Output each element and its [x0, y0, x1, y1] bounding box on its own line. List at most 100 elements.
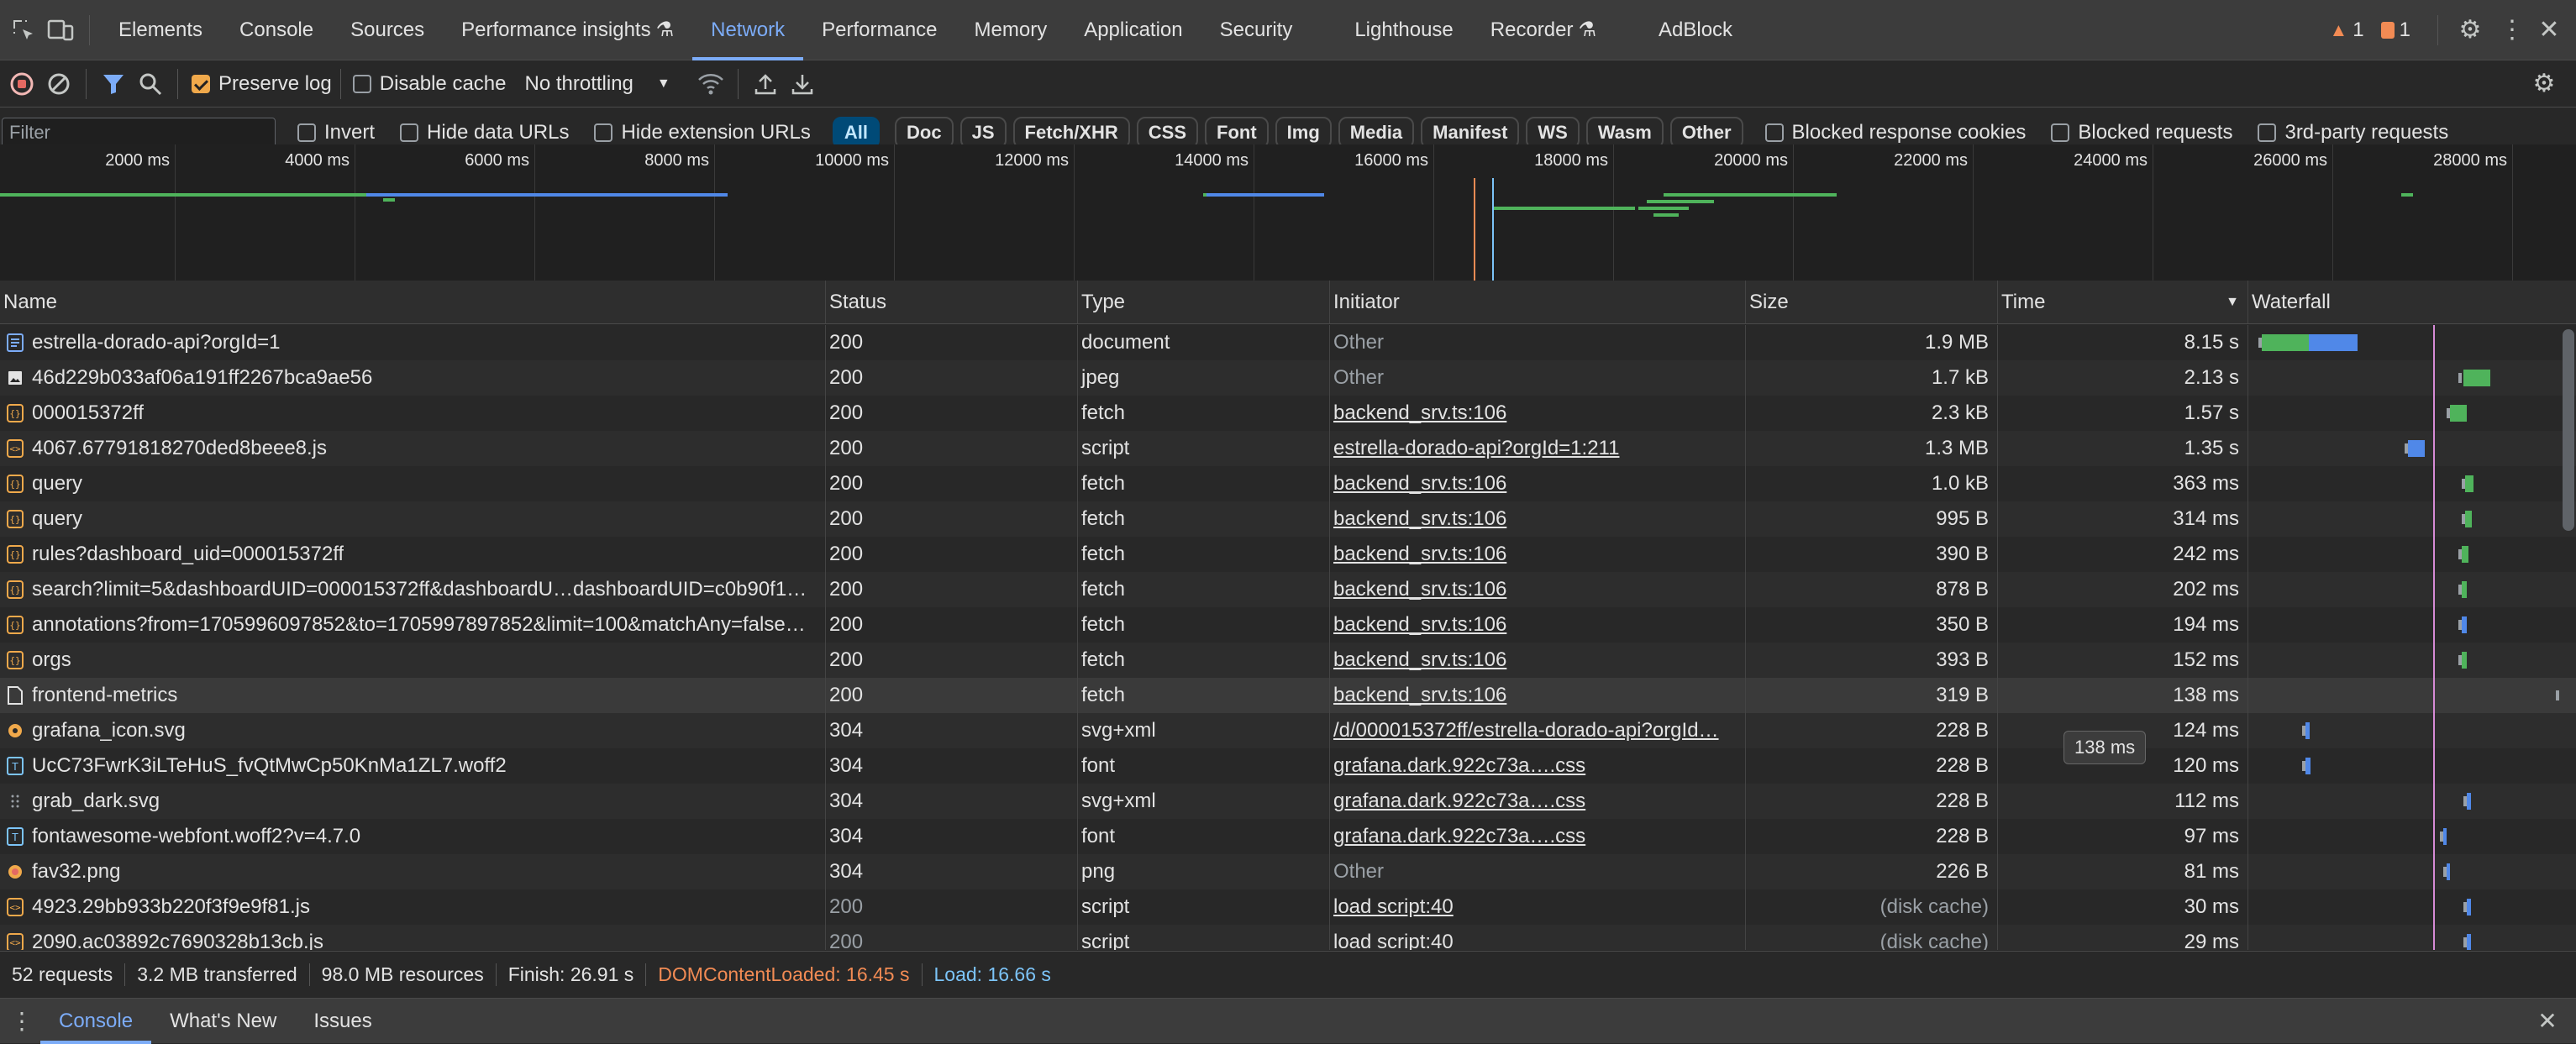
request-row[interactable]: fav32.png 304 png Other 226 B 81 ms [0, 854, 2576, 889]
tab-application[interactable]: Application [1065, 0, 1201, 60]
initiator-link[interactable]: load script:40 [1333, 895, 1454, 919]
search-icon[interactable] [132, 66, 169, 102]
close-drawer-icon[interactable]: ✕ [2529, 1003, 2566, 1040]
request-row[interactable]: {} query 200 fetch backend_srv.ts:106 995 B 31… [0, 501, 2576, 537]
initiator-link[interactable]: backend_srv.ts:106 [1333, 684, 1506, 707]
settings-gear-icon[interactable]: ⚙ [2452, 12, 2489, 49]
request-initiator-cell[interactable]: backend_srv.ts:106 [1330, 643, 1746, 678]
request-row[interactable]: <> 4923.29bb933b220f3f9e9f81.js 200 script l… [0, 889, 2576, 925]
close-devtools-icon[interactable]: ✕ [2531, 12, 2568, 49]
column-header-initiator[interactable]: Initiator [1330, 281, 1746, 323]
third-party-requests-checkbox[interactable]: 3rd-party requests [2258, 121, 2448, 144]
warnings-badge[interactable]: ▲ 1 [2330, 18, 2364, 42]
tab-adblock[interactable]: AdBlock [1640, 0, 1751, 60]
request-initiator-cell[interactable]: backend_srv.ts:106 [1330, 396, 1746, 431]
request-initiator-cell[interactable]: backend_srv.ts:106 [1330, 572, 1746, 607]
filter-type-fetch-xhr[interactable]: Fetch/XHR [1012, 116, 1130, 149]
initiator-link[interactable]: grafana.dark.922c73a….css [1333, 754, 1585, 778]
tab-performance-insights[interactable]: Performance insights ⚗ [443, 0, 692, 60]
request-row[interactable]: {} search?limit=5&dashboardUID=000015372f… [0, 572, 2576, 607]
initiator-link[interactable]: backend_srv.ts:106 [1333, 543, 1506, 566]
tab-lighthouse[interactable]: Lighthouse [1336, 0, 1471, 60]
request-name-cell[interactable]: 46d229b033af06a191ff2267bca9ae56 [0, 360, 826, 396]
hide-extension-urls-checkbox[interactable]: Hide extension URLs [594, 121, 811, 144]
request-row[interactable]: Tfontawesome-webfont.woff2?v=4.7.0 304 fon… [0, 819, 2576, 854]
filter-type-wasm[interactable]: Wasm [1585, 116, 1664, 149]
tab-security[interactable]: Security [1201, 0, 1312, 60]
filter-type-font[interactable]: Font [1205, 116, 1269, 149]
request-initiator-cell[interactable]: grafana.dark.922c73a….css [1330, 784, 1746, 819]
column-header-time[interactable]: Time ▼ [1998, 281, 2248, 323]
inspect-element-icon[interactable] [5, 12, 42, 49]
filter-type-css[interactable]: CSS [1136, 116, 1199, 149]
drawer-menu-icon[interactable]: ⋮ [3, 1003, 40, 1040]
initiator-link[interactable]: grafana.dark.922c73a….css [1333, 790, 1585, 813]
hide-data-urls-checkbox[interactable]: Hide data URLs [400, 121, 569, 144]
disable-cache-checkbox[interactable]: Disable cache [352, 72, 506, 96]
request-initiator-cell[interactable]: load script:40 [1330, 889, 1746, 925]
request-name-cell[interactable]: grafana_icon.svg [0, 713, 826, 748]
request-name-cell[interactable]: fav32.png [0, 854, 826, 889]
request-initiator-cell[interactable]: /d/000015372ff/estrella-dorado-api?orgId… [1330, 713, 1746, 748]
request-name-cell[interactable]: <> 4923.29bb933b220f3f9e9f81.js [0, 889, 826, 925]
request-name-cell[interactable]: {} search?limit=5&dashboardUID=000015372f… [0, 572, 826, 607]
initiator-link[interactable]: backend_srv.ts:106 [1333, 648, 1506, 672]
more-options-icon[interactable]: ⋮ [2494, 12, 2531, 49]
request-row[interactable]: 46d229b033af06a191ff2267bca9ae56 200 jpeg O… [0, 360, 2576, 396]
request-name-cell[interactable]: <> 4067.67791818270ded8beee8.js [0, 431, 826, 466]
third-party-requests-check[interactable] [2258, 123, 2277, 142]
network-conditions-wifi-icon[interactable] [692, 66, 729, 102]
initiator-link[interactable]: estrella-dorado-api?orgId=1:211 [1333, 437, 1619, 460]
request-row[interactable]: {} annotations?from=1705996097852&to=1705… [0, 607, 2576, 643]
request-name-cell[interactable]: frontend-metrics [0, 678, 826, 713]
initiator-link[interactable]: backend_srv.ts:106 [1333, 613, 1506, 637]
filter-type-doc[interactable]: Doc [895, 116, 954, 149]
disable-cache-check[interactable] [352, 74, 371, 93]
filter-funnel-icon[interactable] [95, 66, 132, 102]
request-row[interactable]: {} 000015372ff 200 fetch backend_srv.ts:106 2… [0, 396, 2576, 431]
initiator-link[interactable]: backend_srv.ts:106 [1333, 507, 1506, 531]
blocked-response-cookies-check[interactable] [1764, 123, 1784, 142]
clear-icon[interactable] [40, 66, 77, 102]
request-name-cell[interactable]: estrella-dorado-api?orgId=1 [0, 325, 826, 360]
blocked-requests-checkbox[interactable]: Blocked requests [2051, 121, 2232, 144]
filter-type-ws[interactable]: WS [1526, 116, 1580, 149]
initiator-link[interactable]: grafana.dark.922c73a….css [1333, 825, 1585, 848]
request-name-cell[interactable]: Tfontawesome-webfont.woff2?v=4.7.0 [0, 819, 826, 854]
column-header-size[interactable]: Size [1746, 281, 1998, 323]
filter-type-img[interactable]: Img [1275, 116, 1332, 149]
export-har-download-icon[interactable] [784, 66, 821, 102]
filter-type-all[interactable]: All [832, 116, 881, 149]
request-initiator-cell[interactable]: backend_srv.ts:106 [1330, 607, 1746, 643]
request-initiator-cell[interactable]: backend_srv.ts:106 [1330, 501, 1746, 537]
request-name-cell[interactable]: {} query [0, 466, 826, 501]
tab-network[interactable]: Network [692, 0, 803, 60]
network-settings-gear-icon[interactable]: ⚙ [2526, 66, 2563, 102]
hide-extension-urls-check[interactable] [594, 123, 613, 142]
network-overview-timeline[interactable]: 2000 ms 4000 ms 6000 ms 8000 ms 10000 ms 1200… [0, 144, 2576, 281]
drawer-tab-what-s-new[interactable]: What's New [151, 999, 295, 1044]
request-row[interactable]: T UcC73FwrK3iLTeHuS_fvQtMwCp50KnMa1ZL7.wo… [0, 748, 2576, 784]
filter-type-js[interactable]: JS [959, 116, 1007, 149]
request-initiator-cell[interactable]: backend_srv.ts:106 [1330, 537, 1746, 572]
column-header-status[interactable]: Status [826, 281, 1078, 323]
request-name-cell[interactable]: {} annotations?from=1705996097852&to=1705… [0, 607, 826, 643]
tab-sources[interactable]: Sources [332, 0, 443, 60]
request-row[interactable]: <> 2090.ac03892c7690328b13cb.js 200 script l… [0, 925, 2576, 950]
request-name-cell[interactable]: {} rules?dashboard_uid=000015372ff [0, 537, 826, 572]
request-row[interactable]: frontend-metrics 200 fetch backend_srv.ts:1… [0, 678, 2576, 713]
hide-data-urls-check[interactable] [400, 123, 419, 142]
request-name-cell[interactable]: grab_dark.svg [0, 784, 826, 819]
blocked-response-cookies-checkbox[interactable]: Blocked response cookies [1764, 121, 2026, 144]
requests-scrollbar[interactable] [2563, 329, 2574, 531]
filter-type-media[interactable]: Media [1338, 116, 1415, 149]
initiator-link[interactable]: /d/000015372ff/estrella-dorado-api?orgId… [1333, 719, 1719, 742]
invert-check[interactable] [297, 123, 316, 142]
device-toolbar-icon[interactable] [42, 12, 79, 49]
request-initiator-cell[interactable]: backend_srv.ts:106 [1330, 678, 1746, 713]
initiator-link[interactable]: backend_srv.ts:106 [1333, 472, 1506, 496]
column-header-type[interactable]: Type [1078, 281, 1330, 323]
column-header-waterfall[interactable]: Waterfall [2248, 281, 2576, 323]
request-initiator-cell[interactable]: estrella-dorado-api?orgId=1:211 [1330, 431, 1746, 466]
initiator-link[interactable]: backend_srv.ts:106 [1333, 578, 1506, 601]
